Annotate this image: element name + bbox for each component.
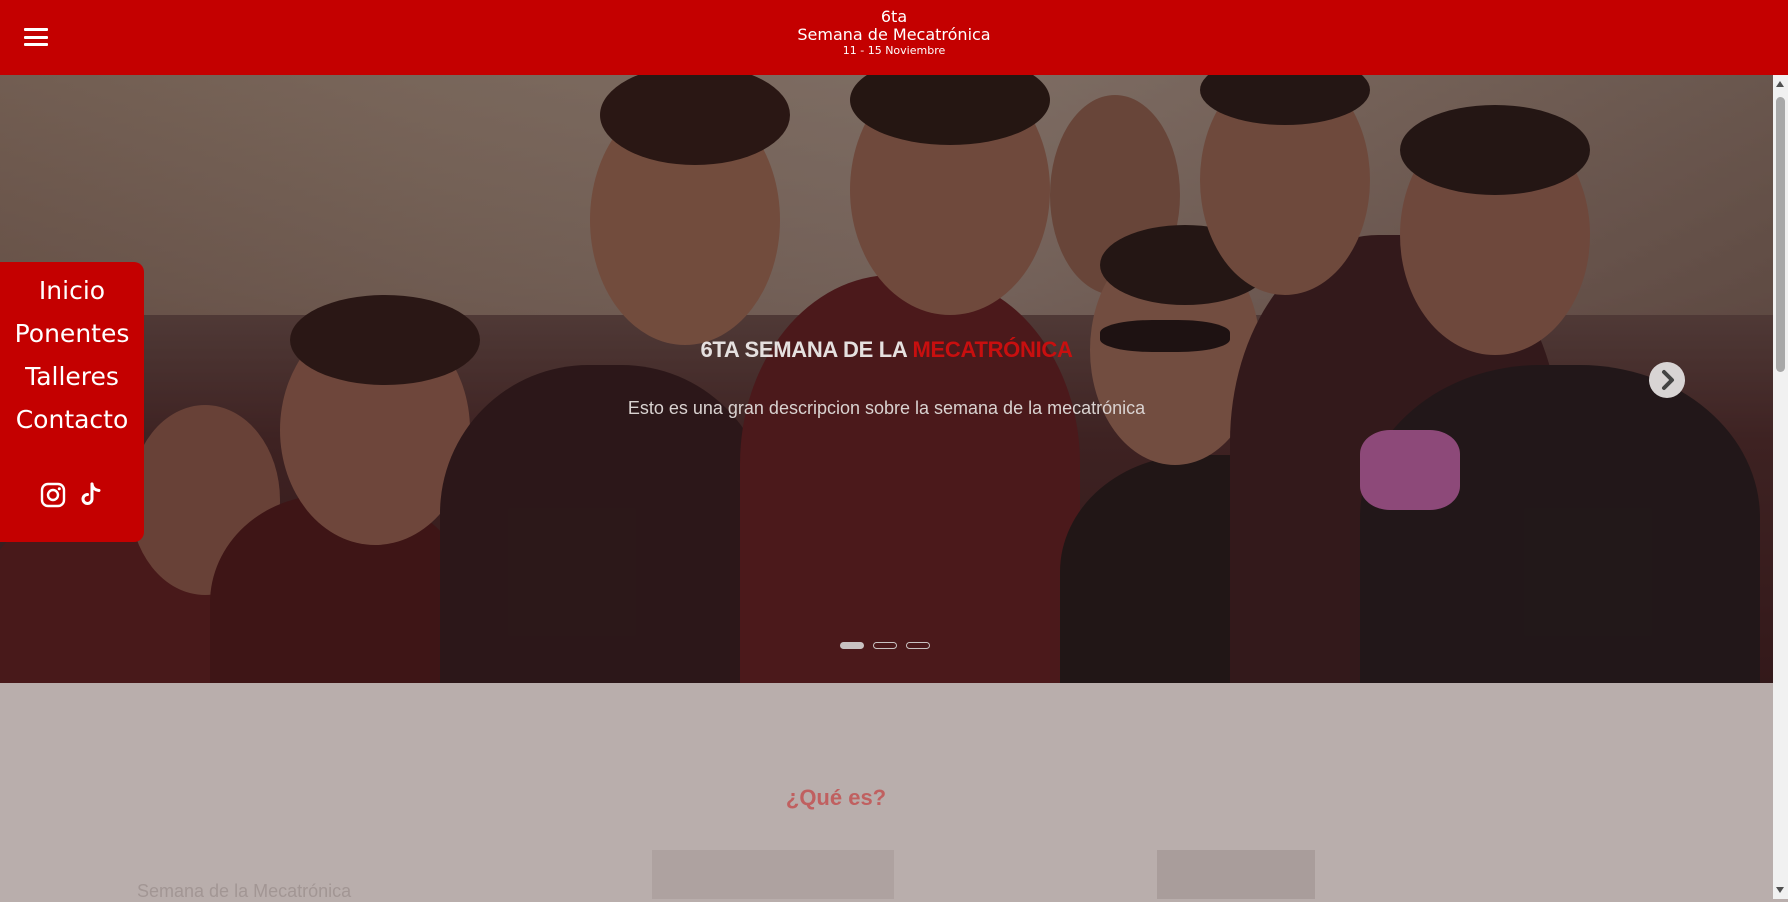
menu-item-ponentes[interactable]: Ponentes xyxy=(0,319,144,348)
carousel-indicator-3[interactable] xyxy=(906,642,930,649)
brand-title: Semana de Mecatrónica xyxy=(797,25,991,45)
image-placeholder xyxy=(1157,850,1315,899)
page-scrollbar[interactable] xyxy=(1773,75,1788,899)
carousel-indicator-1[interactable] xyxy=(840,642,864,649)
carousel-indicator-2[interactable] xyxy=(873,642,897,649)
instagram-icon[interactable] xyxy=(40,482,66,513)
menu-item-talleres[interactable]: Talleres xyxy=(0,362,144,391)
image-placeholder xyxy=(652,850,894,899)
hero-carousel: 6TA SEMANA DE LA MECATRÓNICA Esto es una… xyxy=(0,75,1773,683)
chevron-right-icon xyxy=(1662,370,1674,390)
scroll-down-icon[interactable] xyxy=(1776,887,1784,893)
carousel-description: Esto es una gran descripcion sobre la se… xyxy=(627,398,1146,418)
tiktok-icon[interactable] xyxy=(78,482,104,513)
menu-item-contacto[interactable]: Contacto xyxy=(0,405,144,434)
top-navbar: 6ta Semana de Mecatrónica 11 - 15 Noviem… xyxy=(0,0,1788,75)
menu-item-inicio[interactable]: Inicio xyxy=(0,276,144,305)
scroll-up-icon[interactable] xyxy=(1776,81,1784,87)
carousel-title-accent: MECATRÓNICA xyxy=(912,337,1073,362)
brand-dates: 11 - 15 Noviembre xyxy=(842,43,946,57)
hero-overlay xyxy=(0,75,1773,683)
social-links xyxy=(40,482,112,513)
brand-edition: 6ta xyxy=(880,7,908,26)
carousel-next-button[interactable] xyxy=(1649,362,1685,398)
side-menu: Inicio Ponentes Talleres Contacto xyxy=(0,262,144,542)
section-title: ¿Qué es? xyxy=(785,785,887,810)
carousel-title: 6TA SEMANA DE LA MECATRÓNICA xyxy=(700,337,1073,362)
scrollbar-thumb[interactable] xyxy=(1776,97,1785,372)
site-brand[interactable]: 6ta Semana de Mecatrónica 11 - 15 Noviem… xyxy=(0,7,1788,57)
carousel-indicators xyxy=(840,636,939,649)
